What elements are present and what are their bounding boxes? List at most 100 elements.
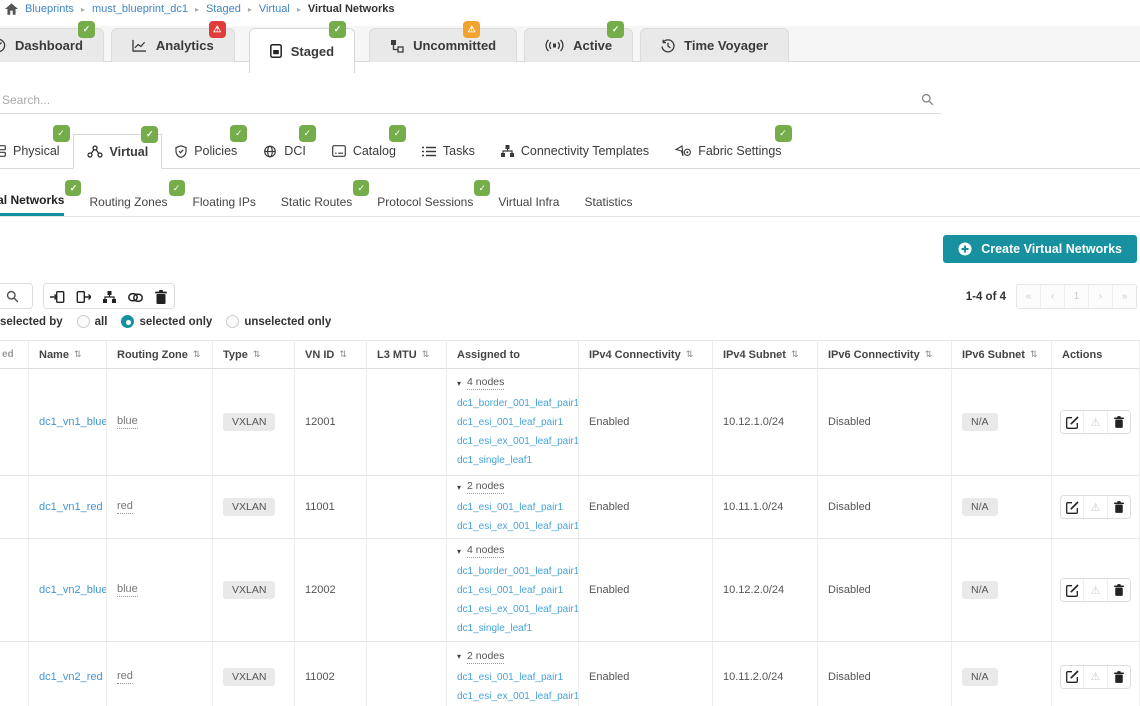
delete-row-button[interactable]: [1107, 411, 1130, 433]
tab-dci[interactable]: DCI ✓: [250, 134, 319, 168]
node-link[interactable]: dc1_esi_001_leaf_pair1: [457, 585, 563, 596]
delete-icon[interactable]: [148, 284, 174, 310]
delete-row-button[interactable]: [1107, 579, 1130, 601]
tab-policies[interactable]: Policies ✓: [162, 134, 250, 168]
create-virtual-networks-button[interactable]: Create Virtual Networks: [943, 235, 1137, 263]
edit-button[interactable]: [1061, 496, 1083, 518]
header-ipv6-connectivity[interactable]: IPv6 Connectivity⇅: [818, 341, 952, 369]
tab-active[interactable]: Active ✓: [524, 28, 633, 62]
tab-dashboard[interactable]: Dashboard ✓: [0, 28, 104, 62]
radio-selected-icon[interactable]: [121, 315, 134, 328]
header-type[interactable]: Type⇅: [213, 341, 295, 369]
sort-icon[interactable]: ⇅: [686, 349, 694, 360]
sort-icon[interactable]: ⇅: [253, 349, 261, 360]
vn-name-link[interactable]: dc1_vn2_red: [39, 671, 103, 683]
tab-analytics[interactable]: Analytics ⚠: [111, 28, 235, 62]
tab-connectivity-templates[interactable]: Connectivity Templates: [488, 134, 662, 168]
warning-button[interactable]: ⚠: [1083, 666, 1106, 688]
tab-physical[interactable]: Physical ✓: [0, 134, 73, 168]
node-link[interactable]: dc1_esi_ex_001_leaf_pair1: [457, 521, 579, 532]
search-icon[interactable]: [921, 93, 934, 106]
radio-unselected-icon[interactable]: [77, 315, 90, 328]
node-link[interactable]: dc1_single_leaf1: [457, 455, 532, 466]
unassign-from-nodes-icon[interactable]: [70, 284, 96, 310]
header-vn-id[interactable]: VN ID⇅: [295, 341, 367, 369]
sort-icon[interactable]: ⇅: [74, 349, 82, 360]
first-page-button[interactable]: «: [1017, 285, 1040, 308]
delete-row-button[interactable]: [1107, 666, 1130, 688]
warning-button[interactable]: ⚠: [1083, 411, 1106, 433]
header-ipv4-subnet[interactable]: IPv4 Subnet⇅: [713, 341, 818, 369]
prev-page-button[interactable]: ‹: [1040, 285, 1064, 308]
sort-icon[interactable]: ⇅: [422, 349, 430, 360]
assign-to-nodes-icon[interactable]: [44, 284, 70, 310]
breadcrumb-blueprint-name[interactable]: must_blueprint_dc1: [92, 3, 188, 15]
header-ipv6-subnet[interactable]: IPv6 Subnet⇅: [952, 341, 1052, 369]
routing-zone-link[interactable]: blue: [117, 415, 138, 429]
sort-icon[interactable]: ⇅: [791, 349, 799, 360]
routing-zone-link[interactable]: red: [117, 670, 133, 684]
tab-static-routes[interactable]: Static Routes ✓: [281, 187, 352, 216]
breadcrumb-virtual[interactable]: Virtual: [259, 3, 290, 15]
search-input[interactable]: [0, 92, 921, 108]
breadcrumb-staged[interactable]: Staged: [206, 3, 241, 15]
next-page-button[interactable]: ›: [1088, 285, 1112, 308]
last-page-button[interactable]: »: [1112, 285, 1136, 308]
home-icon[interactable]: [5, 3, 18, 15]
page-number-button[interactable]: 1: [1064, 285, 1088, 308]
node-link[interactable]: dc1_esi_ex_001_leaf_pair1: [457, 436, 579, 447]
edit-button[interactable]: [1061, 579, 1083, 601]
vn-name-link[interactable]: dc1_vn1_blue: [39, 416, 107, 428]
edit-button[interactable]: [1061, 411, 1083, 433]
header-l3-mtu[interactable]: L3 MTU⇅: [367, 341, 447, 369]
vn-name-link[interactable]: dc1_vn1_red: [39, 501, 103, 513]
tab-tasks[interactable]: Tasks: [409, 134, 488, 168]
tab-protocol-sessions[interactable]: Protocol Sessions ✓: [377, 187, 473, 216]
vn-name-link[interactable]: dc1_vn2_blue: [39, 584, 107, 596]
tab-routing-zones[interactable]: Routing Zones ✓: [89, 187, 167, 216]
tab-virtual[interactable]: Virtual ✓: [73, 134, 163, 169]
topology-icon[interactable]: [96, 284, 122, 310]
filter-option-selected-only[interactable]: selected only: [121, 315, 212, 328]
header-name[interactable]: Name⇅: [29, 341, 107, 369]
sort-icon[interactable]: ⇅: [193, 349, 201, 360]
tab-virtual-infra[interactable]: Virtual Infra: [498, 187, 559, 216]
node-link[interactable]: dc1_esi_ex_001_leaf_pair1: [457, 691, 579, 702]
routing-zone-link[interactable]: red: [117, 500, 133, 514]
filter-option-unselected-only[interactable]: unselected only: [226, 315, 331, 328]
tab-statistics[interactable]: Statistics: [584, 187, 632, 216]
node-link[interactable]: dc1_esi_001_leaf_pair1: [457, 502, 563, 513]
delete-row-button[interactable]: [1107, 496, 1130, 518]
tab-time-voyager[interactable]: Time Voyager: [640, 28, 789, 62]
nodes-expander[interactable]: ▾2 nodes: [457, 650, 504, 664]
sort-icon[interactable]: ⇅: [1030, 349, 1038, 360]
node-link[interactable]: dc1_border_001_leaf_pair1: [457, 398, 579, 409]
header-ipv4-connectivity[interactable]: IPv4 Connectivity⇅: [579, 341, 713, 369]
nodes-expander[interactable]: ▾2 nodes: [457, 480, 504, 494]
breadcrumb-blueprints[interactable]: Blueprints: [25, 3, 74, 15]
tab-virtual-networks[interactable]: Virtual Networks ✓: [0, 187, 64, 216]
nodes-expander[interactable]: ▾4 nodes: [457, 376, 504, 390]
nodes-expander[interactable]: ▾4 nodes: [457, 544, 504, 558]
tab-staged[interactable]: Staged ✓: [249, 28, 355, 73]
sort-icon[interactable]: ⇅: [925, 349, 933, 360]
sort-icon[interactable]: ⇅: [339, 349, 347, 360]
edit-button[interactable]: [1061, 666, 1083, 688]
warning-button[interactable]: ⚠: [1083, 579, 1106, 601]
node-link[interactable]: dc1_single_leaf1: [457, 623, 532, 634]
link-icon[interactable]: [122, 284, 148, 310]
filter-option-all[interactable]: all: [77, 315, 108, 328]
table-search-button[interactable]: [0, 283, 33, 309]
tab-floating-ips[interactable]: Floating IPs: [193, 187, 256, 216]
tab-catalog[interactable]: Catalog ✓: [319, 134, 409, 168]
node-link[interactable]: dc1_esi_001_leaf_pair1: [457, 417, 563, 428]
radio-unselected-icon[interactable]: [226, 315, 239, 328]
tab-uncommitted[interactable]: Uncommitted ⚠: [369, 28, 517, 62]
node-link[interactable]: dc1_esi_001_leaf_pair1: [457, 672, 563, 683]
tab-fabric-settings[interactable]: Fabric Settings ✓: [662, 134, 794, 168]
header-routing-zone[interactable]: Routing Zone⇅: [107, 341, 213, 369]
node-link[interactable]: dc1_esi_ex_001_leaf_pair1: [457, 604, 579, 615]
warning-button[interactable]: ⚠: [1083, 496, 1106, 518]
node-link[interactable]: dc1_border_001_leaf_pair1: [457, 566, 579, 577]
routing-zone-link[interactable]: blue: [117, 583, 138, 597]
